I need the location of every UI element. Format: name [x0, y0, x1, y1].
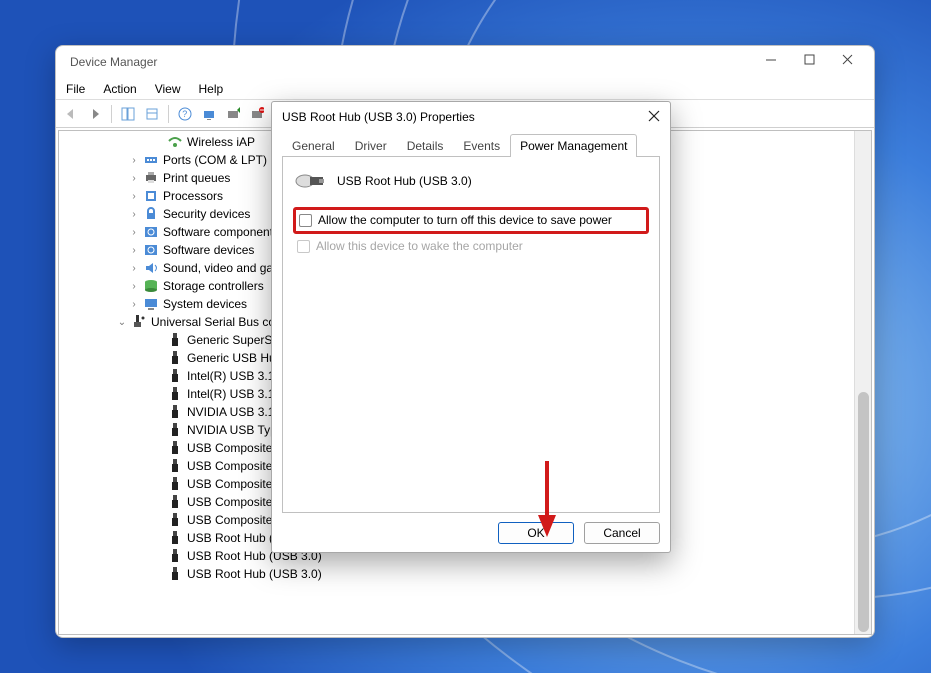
properties-icon[interactable] [141, 103, 163, 125]
tree-item-label: Wireless iAP [187, 135, 255, 149]
soft-icon [143, 224, 159, 240]
chevron-icon[interactable]: › [129, 173, 139, 184]
tab-panel: USB Root Hub (USB 3.0) Allow the compute… [282, 156, 660, 513]
help-icon[interactable]: ? [174, 103, 196, 125]
svg-text:?: ? [182, 109, 187, 119]
ok-button[interactable]: OK [498, 522, 574, 544]
tab-power-management[interactable]: Power Management [510, 134, 637, 157]
chevron-icon[interactable]: › [129, 245, 139, 256]
chevron-icon[interactable]: › [129, 299, 139, 310]
window-title: Device Manager [70, 55, 157, 69]
usb-icon [167, 566, 183, 582]
tree-item-label: Generic USB Hub [187, 351, 282, 365]
usb-icon [167, 404, 183, 420]
tree-item-label: Software devices [163, 243, 254, 257]
printer-icon [143, 170, 159, 186]
usb-icon [167, 332, 183, 348]
usb-icon [167, 422, 183, 438]
tree-item-label: Security devices [163, 207, 250, 221]
ok-button-label: OK [527, 526, 544, 540]
tree-item-label: USB Root Hub (USB 3.0) [187, 567, 322, 581]
menu-action[interactable]: Action [103, 82, 136, 96]
back-icon[interactable] [60, 103, 82, 125]
cancel-button-label: Cancel [603, 526, 640, 540]
chevron-icon[interactable]: › [129, 227, 139, 238]
usb-icon [167, 548, 183, 564]
properties-dialog: USB Root Hub (USB 3.0) Properties Genera… [271, 101, 671, 553]
scrollbar[interactable] [854, 131, 871, 634]
cpu-icon [143, 188, 159, 204]
system-icon [143, 296, 159, 312]
maximize-button[interactable] [802, 54, 816, 69]
port-icon [143, 152, 159, 168]
menu-view[interactable]: View [155, 82, 181, 96]
usb-icon [167, 476, 183, 492]
scrollbar-thumb[interactable] [858, 392, 869, 632]
forward-icon[interactable] [84, 103, 106, 125]
usb-icon [167, 530, 183, 546]
sound-icon [143, 260, 159, 276]
tree-item-label: Software components [163, 225, 279, 239]
usb-icon [167, 368, 183, 384]
dialog-titlebar: USB Root Hub (USB 3.0) Properties [272, 102, 670, 132]
tab-row: General Driver Details Events Power Mana… [272, 132, 670, 156]
menu-file[interactable]: File [66, 82, 85, 96]
tree-item-label: System devices [163, 297, 247, 311]
minimize-button[interactable] [764, 54, 778, 69]
checkbox-allow-turn-off[interactable] [299, 214, 312, 227]
cancel-button[interactable]: Cancel [584, 522, 660, 544]
storage-icon [143, 278, 159, 294]
usb-icon [167, 512, 183, 528]
usb-icon [167, 458, 183, 474]
usbctrl-icon [131, 314, 147, 330]
dialog-title: USB Root Hub (USB 3.0) Properties [282, 110, 475, 124]
usb-icon [167, 440, 183, 456]
menu-help[interactable]: Help [199, 82, 224, 96]
lock-icon [143, 206, 159, 222]
tab-details[interactable]: Details [397, 134, 454, 157]
menubar: File Action View Help [56, 78, 874, 100]
wifi-icon [167, 134, 183, 150]
chevron-icon[interactable]: › [129, 263, 139, 274]
update-driver-icon[interactable] [222, 103, 244, 125]
device-name-label: USB Root Hub (USB 3.0) [337, 174, 472, 188]
chevron-icon[interactable]: › [129, 155, 139, 166]
checkbox-allow-wake-label: Allow this device to wake the computer [316, 239, 523, 253]
usb-icon [167, 350, 183, 366]
tree-item-label: Processors [163, 189, 223, 203]
highlight-box: Allow the computer to turn off this devi… [293, 207, 649, 234]
chevron-icon[interactable]: › [129, 209, 139, 220]
uninstall-device-icon[interactable] [246, 103, 268, 125]
tab-general[interactable]: General [282, 134, 345, 157]
chevron-icon[interactable]: ⌄ [117, 317, 127, 328]
checkbox-allow-wake [297, 240, 310, 253]
tree-item-label: Ports (COM & LPT) [163, 153, 267, 167]
tab-events[interactable]: Events [453, 134, 510, 157]
titlebar: Device Manager [56, 46, 874, 78]
tree-item[interactable]: USB Root Hub (USB 3.0) [59, 565, 854, 583]
usb-icon [167, 494, 183, 510]
chevron-icon[interactable]: › [129, 191, 139, 202]
usb-icon [167, 386, 183, 402]
chevron-icon[interactable]: › [129, 281, 139, 292]
tree-item-label: Storage controllers [163, 279, 264, 293]
close-icon[interactable] [648, 109, 660, 125]
soft-icon [143, 242, 159, 258]
scan-hardware-icon[interactable] [198, 103, 220, 125]
usb-plug-icon [295, 171, 325, 191]
tab-driver[interactable]: Driver [345, 134, 397, 157]
checkbox-allow-turn-off-label: Allow the computer to turn off this devi… [318, 213, 612, 227]
show-hide-icon[interactable] [117, 103, 139, 125]
close-button[interactable] [840, 54, 854, 69]
tree-item-label: Print queues [163, 171, 230, 185]
